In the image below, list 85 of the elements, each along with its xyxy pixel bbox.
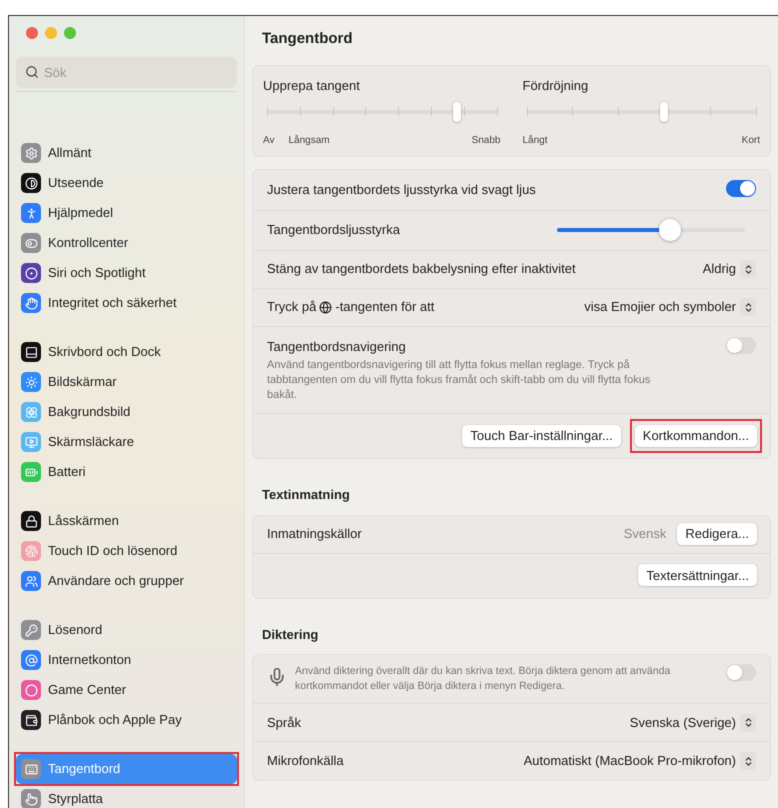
sidebar-item[interactable]: Integritet och säkerhet: [16, 288, 237, 318]
keyboard-icon: [21, 759, 41, 779]
setting-label: Tryck på: [267, 298, 316, 316]
sidebar-item[interactable]: Siri och Spotlight: [16, 258, 237, 288]
gear-icon: [21, 143, 41, 163]
sidebar-item[interactable]: Allmänt: [16, 138, 237, 168]
toggles-icon: [21, 233, 41, 253]
sun-icon: [21, 372, 41, 392]
select-value[interactable]: Svenska (Sverige): [630, 712, 736, 732]
stepper-icon[interactable]: [740, 752, 756, 770]
contrast-icon: [21, 173, 41, 193]
sidebar-item[interactable]: Lösenord: [16, 615, 237, 645]
sidebar-item[interactable]: Game Center: [16, 675, 237, 705]
pointer-icon: [21, 789, 41, 808]
sidebar-item[interactable]: Internetkonton: [16, 645, 237, 675]
toggle-switch[interactable]: [726, 336, 756, 354]
orb-icon: [21, 263, 41, 283]
sidebar-item[interactable]: Låsskärmen: [16, 506, 237, 536]
accessibility-icon: [21, 203, 41, 223]
toggle-switch[interactable]: [726, 180, 756, 197]
window-control[interactable]: [64, 27, 76, 39]
settings-button[interactable]: Touch Bar-inställningar...: [462, 424, 621, 447]
section-title: Textinmatning: [261, 486, 351, 504]
setting-label: Tangentbordsljusstyrka: [267, 221, 401, 240]
users-icon: [21, 571, 41, 591]
page-title: Tangentbord: [261, 29, 354, 49]
setting-label: Stäng av tangentbordets bakbelysning efter inaktivitet: [267, 260, 577, 278]
select-value[interactable]: Aldrig: [702, 259, 736, 279]
sidebar-item[interactable]: Användare och grupper: [16, 566, 237, 596]
slider-mark-label: Av: [263, 134, 274, 148]
slider-mark-label: Snabb: [472, 134, 500, 148]
setting-description: Använd diktering överallt där du kan skriva text. Börja diktera genom att använda kortkommandot eller välja Börja diktera i menyn Redigera.: [295, 664, 672, 694]
setting-label: Tangentbordsnavigering: [267, 338, 407, 356]
setting-value: Svensk: [624, 525, 666, 544]
settings-button[interactable]: Textersättningar...: [638, 564, 757, 586]
select-value[interactable]: Automatiskt (MacBook Pro-mikrofon): [524, 751, 736, 771]
window-control[interactable]: [26, 27, 38, 39]
toggle-switch[interactable]: [726, 664, 756, 681]
sidebar-item[interactable]: Plånbok och Apple Pay: [16, 705, 237, 735]
setting-label: -tangenten för att: [335, 298, 434, 316]
sidebar-item[interactable]: Bakgrundsbild: [16, 397, 237, 427]
stepper-icon[interactable]: [740, 298, 756, 316]
key-icon: [21, 620, 41, 640]
at-sign-icon: [21, 650, 41, 670]
search-field[interactable]: Sök: [16, 57, 237, 88]
settings-button[interactable]: Kortkommandon...: [634, 424, 757, 447]
slider-thumb[interactable]: [660, 102, 668, 122]
sidebar-item[interactable]: Hjälpmedel: [16, 198, 237, 228]
window-control[interactable]: [45, 27, 57, 39]
sidebar-item[interactable]: Skärmsläckare: [16, 427, 237, 457]
sidebar-item[interactable]: Touch ID och lösenord: [16, 536, 237, 566]
slider-mark-label: Långt: [522, 134, 548, 148]
sidebar-item[interactable]: Utseende: [16, 168, 237, 198]
search-icon: [25, 65, 39, 79]
sidebar-item[interactable]: Styrplatta: [16, 784, 237, 808]
settings-button[interactable]: Redigera...: [677, 522, 757, 545]
sidebar-item[interactable]: Bildskärmar: [16, 367, 237, 397]
slider-mark-label: Långsam: [288, 134, 330, 148]
setting-label: Mikrofonkälla: [267, 752, 345, 770]
wallet-icon: [21, 710, 41, 730]
sidebar-item[interactable]: Skrivbord och Dock: [16, 337, 237, 367]
screen-icon: [21, 432, 41, 452]
setting-label: Inmatningskällor: [267, 525, 363, 544]
stepper-icon[interactable]: [740, 260, 756, 278]
slider-thumb[interactable]: [658, 219, 681, 241]
slider-label: Upprepa tangent: [263, 76, 361, 95]
stepper-icon[interactable]: [740, 714, 756, 732]
sidebar-item[interactable]: Kontrollcenter: [16, 228, 237, 258]
bubbles-icon: [21, 680, 41, 700]
battery-icon: [21, 462, 41, 482]
setting-description: Använd tangentbordsnavigering till att flytta fokus mellan reglage. Tryck på tabbtangenten om du vill flytta fokus framåt och skift-tabb om du vill flytta fokus bakåt.: [267, 358, 652, 403]
slider-mark-label: Kort: [742, 134, 760, 148]
slider-label: Fördröjning: [522, 76, 590, 95]
setting-label: Justera tangentbordets ljusstyrka vid svagt ljus: [267, 181, 537, 199]
globe-icon: [319, 300, 332, 314]
dock-icon: [21, 342, 41, 362]
flower-icon: [21, 402, 41, 422]
hand-icon: [21, 293, 41, 313]
sidebar-item[interactable]: Batteri: [16, 457, 237, 487]
select-value[interactable]: visa Emojier och symboler: [584, 297, 736, 317]
lock-icon: [21, 511, 41, 531]
slider-thumb[interactable]: [453, 102, 462, 122]
section-title: Diktering: [261, 626, 320, 644]
setting-label: Språk: [267, 714, 302, 732]
fingerprint-icon: [21, 541, 41, 561]
